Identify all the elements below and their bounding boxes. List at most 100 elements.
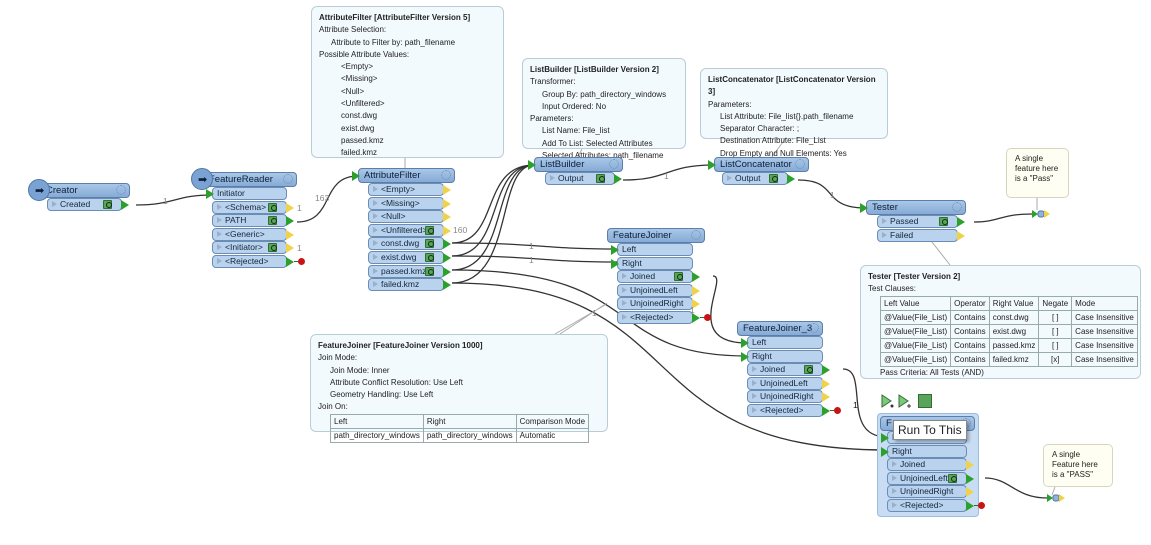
output-port-arrow-icon[interactable] <box>614 174 622 184</box>
expand-triangle-icon[interactable] <box>373 254 378 260</box>
gear-icon[interactable] <box>809 323 819 333</box>
output-port[interactable]: Output <box>545 172 622 185</box>
output-port-arrow-icon[interactable] <box>286 243 294 254</box>
output-port[interactable]: UnjoinedLeft <box>747 376 830 390</box>
output-connector-2[interactable] <box>1047 494 1065 502</box>
transformer-header[interactable]: AttributeFilter <box>352 168 455 183</box>
output-port-arrow-icon[interactable] <box>443 198 451 209</box>
input-port-arrow-icon[interactable] <box>352 171 360 181</box>
output-port[interactable]: <Null> <box>368 210 451 224</box>
output-port[interactable]: UnjoinedLeft <box>617 283 700 297</box>
expand-triangle-icon[interactable] <box>550 175 555 181</box>
output-port[interactable]: PATH <box>212 214 294 228</box>
output-port-arrow-icon[interactable] <box>822 406 830 416</box>
output-port[interactable]: passed.kmz <box>368 264 451 278</box>
output-port-arrow-icon[interactable] <box>443 212 451 223</box>
expand-triangle-icon[interactable] <box>727 175 732 181</box>
output-port-arrow-icon[interactable] <box>121 200 129 210</box>
output-port[interactable]: <Rejected> <box>887 499 985 512</box>
output-port[interactable]: <Empty> <box>368 183 451 196</box>
gear-icon[interactable] <box>283 174 293 184</box>
output-port[interactable]: Joined <box>617 270 700 284</box>
output-port-arrow-icon[interactable] <box>443 225 451 236</box>
input-port-arrow-icon[interactable] <box>881 446 889 457</box>
expand-triangle-icon[interactable] <box>892 461 897 468</box>
output-port[interactable]: failed.kmz <box>368 278 451 292</box>
output-port[interactable]: UnjoinedRight <box>887 485 974 499</box>
expand-triangle-icon[interactable] <box>373 267 378 274</box>
input-port-arrow-icon[interactable] <box>881 433 889 443</box>
gear-icon[interactable] <box>116 185 126 195</box>
input-port-arrow-icon[interactable] <box>708 160 716 170</box>
output-port[interactable]: Joined <box>887 458 974 472</box>
inspect-icon[interactable] <box>268 202 277 212</box>
output-port-arrow-icon[interactable] <box>822 392 830 403</box>
annotation-listconcatenator[interactable]: ListConcatenator [ListConcatenator Versi… <box>700 68 888 158</box>
input-port-arrow-icon[interactable] <box>206 189 214 199</box>
output-port-arrow-icon[interactable] <box>966 473 974 484</box>
inspect-icon[interactable] <box>425 253 434 262</box>
output-port[interactable]: UnjoinedRight <box>617 297 700 311</box>
expand-triangle-icon[interactable] <box>373 186 378 192</box>
input-port[interactable]: Right <box>881 444 967 458</box>
inspect-icon[interactable] <box>596 174 605 183</box>
run-to-this-icon[interactable] <box>880 394 894 408</box>
expand-triangle-icon[interactable] <box>52 201 57 207</box>
output-port[interactable]: <Schema> <box>212 200 294 214</box>
transformer-header[interactable]: FeatureJoiner <box>607 228 705 243</box>
inspect-icon[interactable] <box>948 473 957 483</box>
rejected-dot-icon[interactable] <box>704 314 711 321</box>
gear-icon[interactable] <box>691 230 701 240</box>
expand-triangle-icon[interactable] <box>373 213 378 220</box>
output-port[interactable]: <Initiator> <box>212 241 294 255</box>
output-port-arrow-icon[interactable] <box>443 253 451 263</box>
expand-triangle-icon[interactable] <box>217 230 222 237</box>
inspect-icon[interactable] <box>918 394 932 408</box>
output-port-arrow-icon[interactable] <box>822 365 830 376</box>
inspect-icon[interactable] <box>268 216 277 226</box>
inspect-icon[interactable] <box>425 266 434 276</box>
rejected-dot-icon[interactable] <box>834 407 841 414</box>
expand-triangle-icon[interactable] <box>622 286 627 293</box>
inspect-icon[interactable] <box>804 365 813 375</box>
output-port[interactable]: const.dwg <box>368 237 451 251</box>
gear-icon[interactable] <box>609 159 619 169</box>
gear-icon[interactable] <box>952 202 962 212</box>
output-port-arrow-icon[interactable] <box>286 257 294 267</box>
expand-triangle-icon[interactable] <box>752 366 757 373</box>
output-port-arrow-icon[interactable] <box>822 378 830 389</box>
output-port-arrow-icon[interactable] <box>787 174 795 184</box>
expand-triangle-icon[interactable] <box>892 502 897 508</box>
annotation-listbuilder[interactable]: ListBuilder [ListBuilder Version 2] Trans… <box>522 58 686 160</box>
input-port[interactable]: Left <box>611 243 693 256</box>
input-port[interactable]: Right <box>741 349 823 363</box>
expand-triangle-icon[interactable] <box>892 488 897 495</box>
expand-triangle-icon[interactable] <box>373 226 378 233</box>
expand-triangle-icon[interactable] <box>373 199 378 206</box>
note-single-feature-pass[interactable]: A single feature here is a "Pass" <box>1006 148 1069 198</box>
expand-triangle-icon[interactable] <box>882 218 887 224</box>
output-port-arrow-icon[interactable] <box>692 272 700 283</box>
transformer-header[interactable]: Tester <box>860 200 966 215</box>
inspect-icon[interactable] <box>674 272 683 282</box>
rejected-dot-icon[interactable] <box>298 258 305 265</box>
input-port[interactable]: Right <box>611 256 693 270</box>
input-port-arrow-icon[interactable] <box>611 245 619 255</box>
output-connector-1[interactable] <box>1032 210 1050 218</box>
expand-triangle-icon[interactable] <box>752 393 757 400</box>
annotation-attributefilter[interactable]: AttributeFilter [AttributeFilter Version… <box>311 6 504 158</box>
inspect-icon[interactable] <box>425 239 434 249</box>
expand-triangle-icon[interactable] <box>373 281 378 288</box>
run-from-this-icon[interactable] <box>897 394 911 408</box>
output-port-arrow-icon[interactable] <box>966 460 974 471</box>
inspect-icon[interactable] <box>769 174 778 183</box>
output-port-arrow-icon[interactable] <box>966 487 974 498</box>
input-port-arrow-icon[interactable] <box>860 203 868 213</box>
transformer-header[interactable]: FeatureReader <box>203 172 297 187</box>
output-port[interactable]: <Unfiltered> <box>368 223 451 237</box>
output-port-arrow-icon[interactable] <box>286 202 294 213</box>
output-port[interactable]: Output <box>722 172 795 185</box>
output-port-arrow-icon[interactable] <box>443 280 451 291</box>
output-port-arrow-icon[interactable] <box>443 239 451 250</box>
output-port-arrow-icon[interactable] <box>286 216 294 227</box>
